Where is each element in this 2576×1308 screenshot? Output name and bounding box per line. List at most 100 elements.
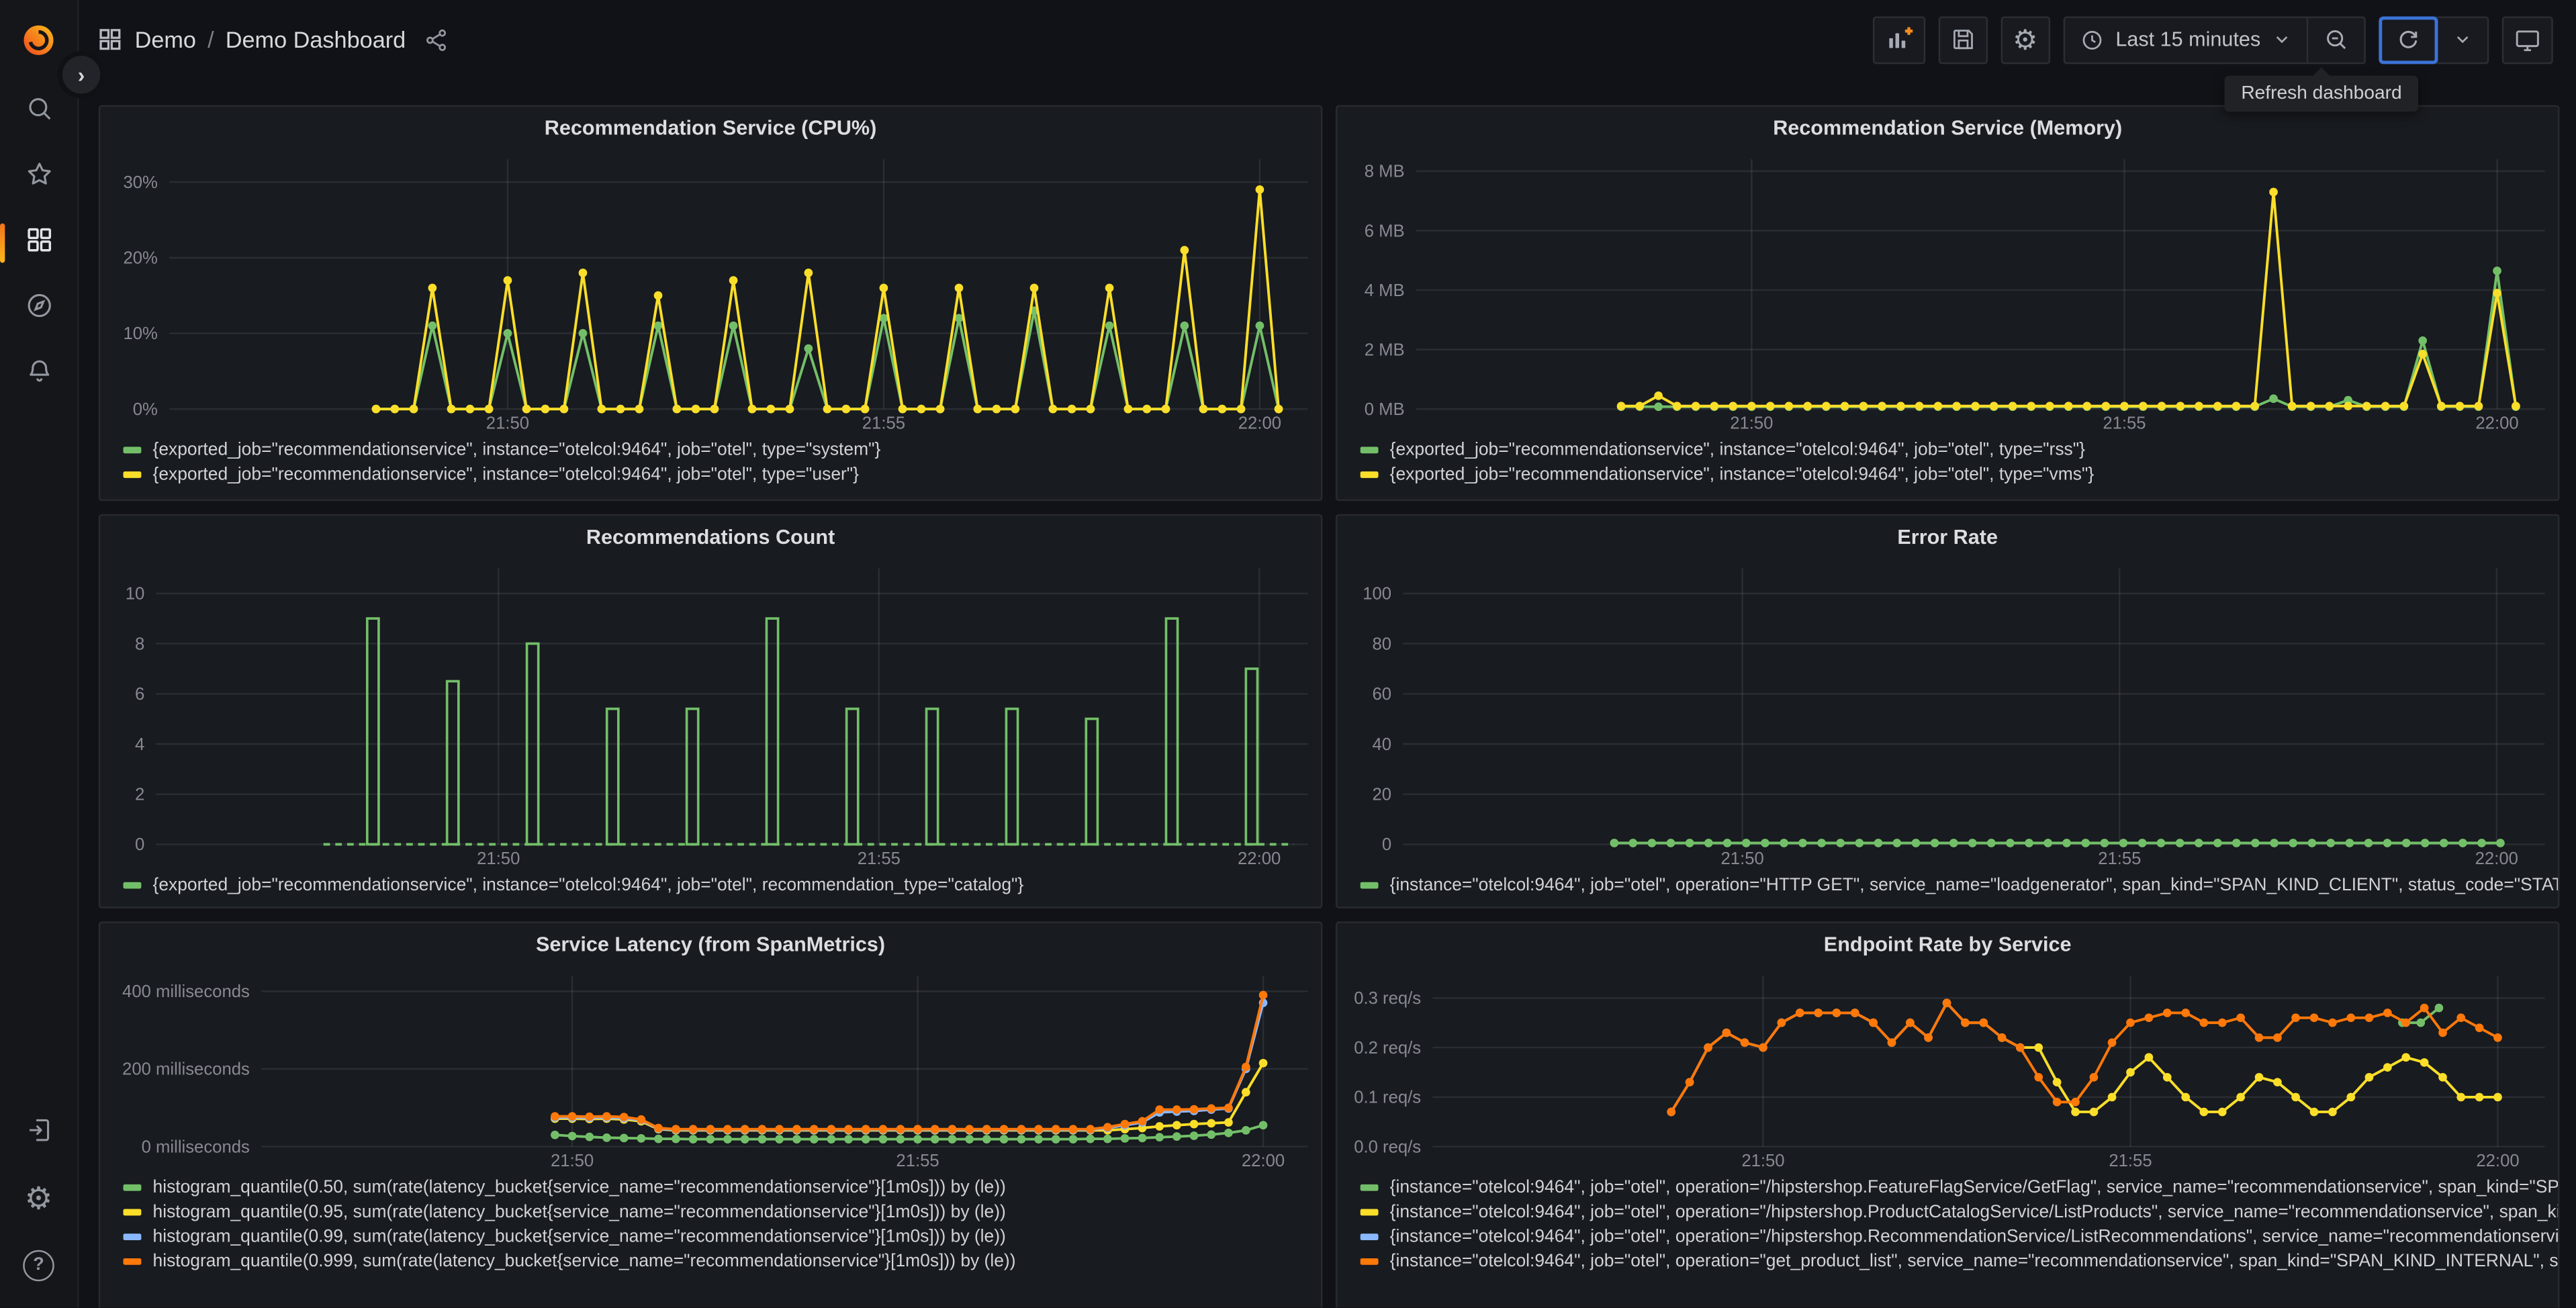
share-icon[interactable] [424,27,449,52]
chart-area[interactable]: 21:50 21:55 22:00 0 milliseconds 200 millise… [110,966,1311,1170]
dashboard-grid-icon [97,26,123,52]
chart-area[interactable]: 21:50 21:55 22:00 0.0 req/s 0.1 req/s 0.2 req… [1347,966,2548,1170]
sidebar-item-starred[interactable] [0,144,77,210]
refresh-dashboard-button[interactable] [2379,15,2438,64]
help-icon: ? [23,1249,54,1280]
panel-recommendations-count: Recommendations Count 21:50 21:55 22:00 0 2 4… [98,514,1323,908]
panel-title[interactable]: Recommendations Count [100,516,1321,559]
breadcrumb-folder[interactable]: Demo [135,26,196,52]
time-range-label: Last 15 minutes [2115,28,2261,51]
legend-item[interactable]: {exported_job="recommendationservice", i… [123,465,1320,485]
legend-item[interactable]: {exported_job="recommendationservice", i… [123,876,1320,895]
legend-item[interactable]: histogram_quantile(0.50, sum(rate(latenc… [123,1178,1320,1197]
svg-text:0.0 req/s: 0.0 req/s [1354,1137,1421,1156]
cycle-view-mode-button[interactable] [2501,15,2553,64]
add-panel-button[interactable] [1872,15,1925,64]
refresh-interval-dropdown[interactable] [2436,17,2487,62]
svg-text:0: 0 [1382,835,1391,854]
chart-area[interactable]: 21:50 21:55 22:00 0 2 4 6 8 10 [110,559,1311,868]
sidebar-item-configuration[interactable]: ⚙ [0,1166,77,1232]
legend-item[interactable]: {instance="otelcol:9464", job="otel", op… [1360,1202,2559,1223]
legend-item[interactable]: {instance="otelcol:9464", job="otel", op… [1360,875,2559,896]
save-dashboard-button[interactable] [1938,15,1988,64]
legend-item[interactable]: {exported_job="recommendationservice", i… [1360,465,2558,485]
legend-item[interactable]: {instance="otelcol:9464", job="otel", op… [1360,1178,2558,1197]
sidebar-item-dashboards[interactable] [0,210,77,276]
chart-area[interactable]: 21:50 21:55 22:00 0 20 40 60 80 100 [1347,559,2548,868]
chart-canvas: 21:50 21:55 22:00 0.0 req/s 0.1 req/s 0.2 req… [1354,976,2545,1170]
sidebar-item-alerting[interactable] [0,342,77,408]
svg-text:22:00: 22:00 [1242,1152,1285,1170]
sidebar-bottom: ⚙ ? [0,1101,77,1298]
svg-text:0 MB: 0 MB [1365,400,1405,419]
legend-label: {instance="otelcol:9464", job="otel", op… [1389,875,2559,896]
legend-item[interactable]: {instance="otelcol:9464", job="otel", op… [1360,1227,2558,1247]
legend-label: {instance="otelcol:9464", job="otel", op… [1389,1202,2559,1223]
legend-item[interactable]: histogram_quantile(0.99, sum(rate(latenc… [123,1227,1320,1247]
legend-swatch [123,882,142,890]
svg-text:4 MB: 4 MB [1365,281,1405,300]
sidebar-item-explore[interactable] [0,276,77,342]
legend-item[interactable]: {instance="otelcol:9464", job="otel", op… [1360,1252,2559,1272]
clock-icon [2080,27,2105,52]
panel-recommendation-memory: Recommendation Service (Memory) 21:50 21:… [1335,105,2560,502]
legend: {instance="otelcol:9464", job="otel", op… [1337,868,2558,907]
panel-title[interactable]: Recommendation Service (CPU%) [100,107,1321,150]
breadcrumb: Demo / Demo Dashboard [97,26,448,52]
svg-text:8: 8 [135,635,144,653]
gear-icon: ⚙ [24,1182,53,1217]
legend-label: {exported_job="recommendationservice", i… [152,875,1024,896]
svg-text:22:00: 22:00 [1238,414,1281,432]
legend-label: histogram_quantile(0.999, sum(rate(laten… [152,1252,1016,1272]
svg-text:30%: 30% [123,173,157,192]
chart-area[interactable]: 21:50 21:55 22:00 0% 10% 20% 30% [110,150,1311,433]
legend-item[interactable]: {exported_job="recommendationservice", i… [1360,440,2558,460]
refresh-icon [2395,26,2422,52]
legend-item[interactable]: {exported_job="recommendationservice", i… [123,440,1320,460]
sidebar-item-sign-in[interactable] [0,1101,77,1166]
legend-item[interactable]: histogram_quantile(0.95, sum(rate(latenc… [123,1203,1320,1222]
svg-text:20%: 20% [123,249,157,268]
sidebar-expand-button[interactable]: › [57,50,105,99]
svg-text:10%: 10% [123,324,157,343]
chart-canvas: 21:50 21:55 22:00 0 MB 2 MB 4 MB 6 MB 8 MB [1365,159,2545,433]
legend: {exported_job="recommendationservice", i… [1337,432,2558,499]
dashboard-settings-button[interactable]: ⚙ [2000,15,2050,64]
save-icon [1953,30,1973,50]
panel-title[interactable]: Recommendation Service (Memory) [1337,107,2558,150]
legend-label: {instance="otelcol:9464", job="otel", op… [1389,1252,2559,1272]
legend-swatch [1360,1258,1379,1266]
svg-text:400 milliseconds: 400 milliseconds [122,982,250,1001]
legend-swatch [1360,1208,1379,1216]
legend-swatch [1360,446,1379,454]
zoom-out-time-button[interactable] [2306,17,2364,62]
svg-text:21:50: 21:50 [1730,414,1773,432]
panel-title[interactable]: Endpoint Rate by Service [1337,923,2558,966]
svg-text:21:50: 21:50 [551,1152,594,1170]
svg-text:6: 6 [135,685,144,704]
chart-area[interactable]: 21:50 21:55 22:00 0 MB 2 MB 4 MB 6 MB 8 MB [1347,150,2548,433]
panel-error-rate: Error Rate 21:50 21:55 22:00 0 20 40 60 80 100 {… [1335,514,2560,908]
legend: {exported_job="recommendationservice", i… [100,868,1321,907]
time-picker-group: Last 15 minutes [2063,15,2366,64]
breadcrumb-dashboard-title[interactable]: Demo Dashboard [226,26,406,52]
legend-item[interactable]: histogram_quantile(0.999, sum(rate(laten… [123,1252,1320,1272]
legend-swatch [123,471,142,479]
legend-swatch [1360,471,1379,479]
grafana-logo-icon [24,24,54,54]
svg-text:22:00: 22:00 [2476,1152,2519,1170]
time-range-picker[interactable]: Last 15 minutes [2065,17,2307,62]
svg-text:21:50: 21:50 [486,414,529,432]
sidebar-item-help[interactable]: ? [0,1232,77,1298]
svg-text:8 MB: 8 MB [1365,162,1405,181]
legend-label: histogram_quantile(0.99, sum(rate(latenc… [152,1227,1006,1247]
panel-title[interactable]: Error Rate [1337,516,2558,559]
panel-title[interactable]: Service Latency (from SpanMetrics) [100,923,1321,966]
breadcrumb-separator: / [208,26,214,53]
svg-text:21:55: 21:55 [858,849,901,868]
svg-text:100: 100 [1363,585,1391,604]
svg-text:10: 10 [126,585,145,604]
svg-text:20: 20 [1373,786,1392,804]
legend-swatch [123,1184,142,1192]
refresh-tooltip: Refresh dashboard [2224,67,2419,112]
